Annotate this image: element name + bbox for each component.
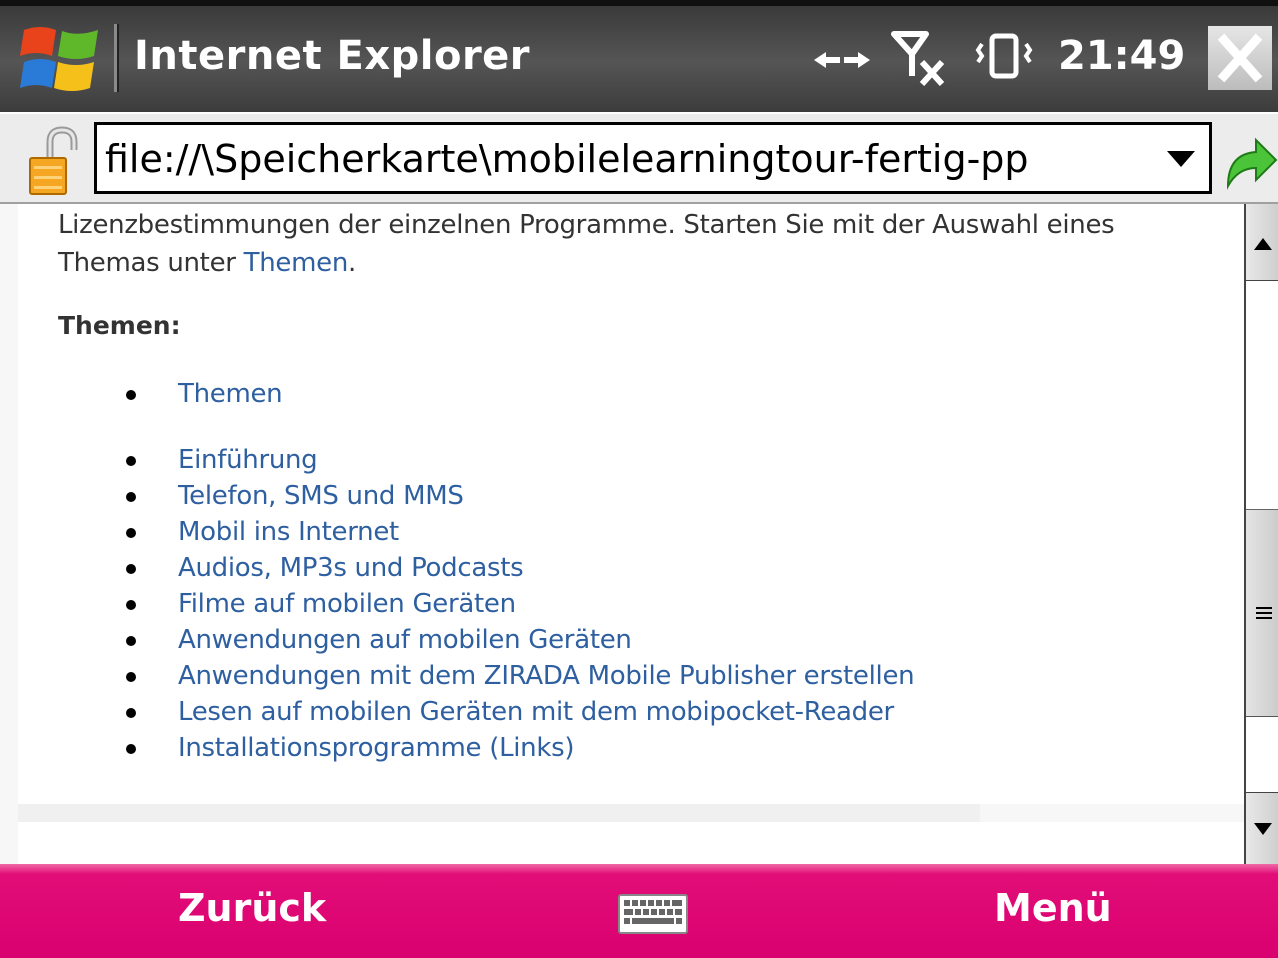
bullet <box>126 390 136 400</box>
intro-text: Lizenzbestimmungen der einzelnen Program… <box>58 210 1115 278</box>
windows-start-icon[interactable] <box>18 22 102 94</box>
back-softkey[interactable]: Zurück <box>178 882 326 934</box>
intro-paragraph: Lizenzbestimmungen der einzelnen Program… <box>58 206 1178 282</box>
bullet <box>126 672 136 682</box>
url-text[interactable]: file://\Speicherkarte\mobilelearningtour… <box>105 131 1145 187</box>
topic-link[interactable]: Lesen auf mobilen Geräten mit dem mobipo… <box>178 694 894 730</box>
keyboard-icon[interactable] <box>618 894 688 934</box>
bullet <box>126 492 136 502</box>
intro-themen-link[interactable]: Themen <box>244 248 349 278</box>
bullet <box>126 636 136 646</box>
bullet <box>126 744 136 754</box>
topic-link[interactable]: Telefon, SMS und MMS <box>178 478 464 514</box>
softkey-bar: Zurück Menü <box>0 864 1278 958</box>
app-title: Internet Explorer <box>134 33 531 79</box>
menu-softkey[interactable]: Menü <box>994 882 1112 934</box>
pocket-ie-screen: Internet Explorer 21:49 file://\Speicher… <box>0 0 1278 958</box>
scroll-track[interactable] <box>1246 717 1278 792</box>
bullet <box>126 456 136 466</box>
topic-link[interactable]: Filme auf mobilen Geräten <box>178 586 516 622</box>
address-bar: file://\Speicherkarte\mobilelearningtour… <box>0 112 1278 204</box>
topic-link[interactable]: Installationsprogramme (Links) <box>178 730 575 766</box>
bullet <box>126 528 136 538</box>
topic-link[interactable]: Mobil ins Internet <box>178 514 399 550</box>
page-footer <box>18 822 1244 864</box>
go-arrow-icon[interactable] <box>1222 130 1278 192</box>
topic-link[interactable]: Anwendungen mit dem ZIRADA Mobile Publis… <box>178 658 915 694</box>
intro-end: . <box>348 248 356 278</box>
scroll-thumb[interactable] <box>1246 510 1278 717</box>
data-transfer-icon[interactable] <box>812 28 872 84</box>
scroll-up-arrow-icon[interactable] <box>1246 204 1278 281</box>
topic-link[interactable]: Anwendungen auf mobilen Geräten <box>178 622 632 658</box>
scroll-down-arrow-icon[interactable] <box>1246 792 1278 865</box>
topic-link-themen[interactable]: Themen <box>178 376 283 412</box>
close-icon[interactable] <box>1208 26 1272 90</box>
clock[interactable]: 21:49 <box>1058 30 1185 82</box>
bullet <box>126 708 136 718</box>
unlocked-padlock-icon[interactable] <box>26 126 86 198</box>
section-heading: Themen: <box>58 311 181 340</box>
page-footer-strip <box>18 804 980 822</box>
title-bar: Internet Explorer 21:49 <box>0 0 1278 112</box>
web-content: Lizenzbestimmungen der einzelnen Program… <box>0 204 1244 864</box>
topic-link[interactable]: Audios, MP3s und Podcasts <box>178 550 524 586</box>
url-field[interactable]: file://\Speicherkarte\mobilelearningtour… <box>94 122 1212 194</box>
dropdown-arrow-icon[interactable] <box>1153 125 1209 191</box>
bullet <box>126 600 136 610</box>
no-signal-icon[interactable] <box>888 28 946 87</box>
title-divider <box>114 24 119 92</box>
scroll-track[interactable] <box>1246 281 1278 510</box>
vibrate-icon[interactable] <box>974 28 1034 84</box>
web-page: Lizenzbestimmungen der einzelnen Program… <box>18 204 1244 804</box>
bullet <box>126 564 136 574</box>
vertical-scrollbar[interactable] <box>1244 204 1278 865</box>
topic-link[interactable]: Einführung <box>178 442 318 478</box>
